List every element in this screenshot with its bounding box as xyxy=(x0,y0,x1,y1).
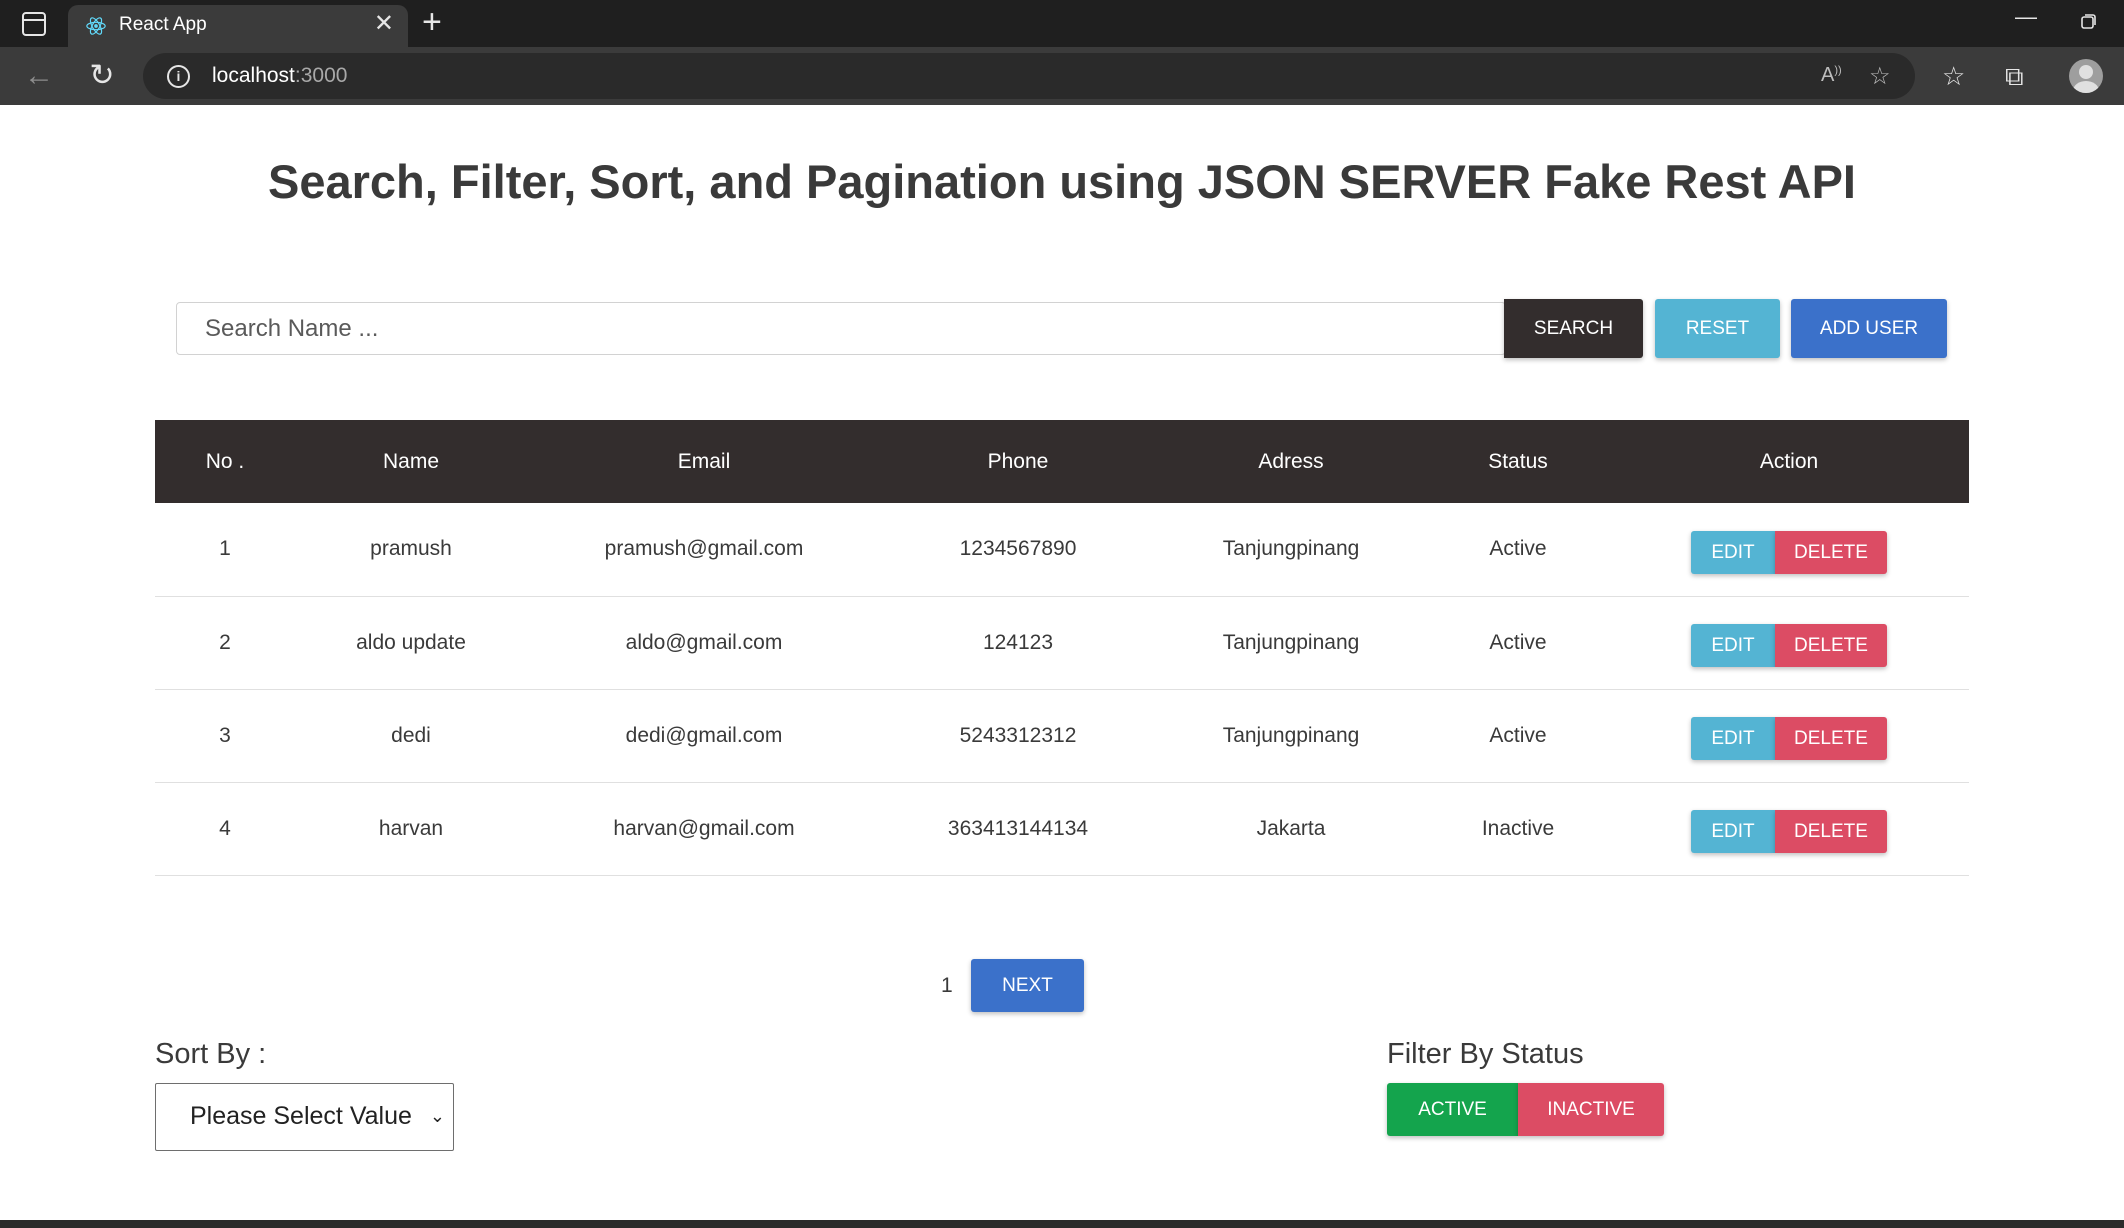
close-tab-icon[interactable]: ✕ xyxy=(374,12,394,36)
cell-no: 2 xyxy=(155,596,295,690)
react-favicon-icon xyxy=(86,17,106,35)
sidebar-icon[interactable] xyxy=(22,12,46,36)
cell-status: Active xyxy=(1427,503,1609,597)
cell-no: 3 xyxy=(155,689,295,783)
url-port: :3000 xyxy=(294,64,348,87)
page-content: Search, Filter, Sort, and Pagination usi… xyxy=(0,105,2124,1218)
read-aloud-icon[interactable]: A)) xyxy=(1821,64,1842,87)
browser-tab[interactable]: React App ✕ xyxy=(68,5,408,47)
sort-label: Sort By : xyxy=(155,1038,267,1070)
browser-address-bar: ← ↻ i localhost:3000 A)) ☆ ☆ ⧉ xyxy=(0,47,2124,105)
chevron-down-icon: ⌄ xyxy=(429,1106,445,1126)
header-no: No . xyxy=(155,420,295,503)
filter-active-button[interactable]: ACTIVE xyxy=(1387,1083,1518,1136)
header-name: Name xyxy=(295,420,527,503)
header-status: Status xyxy=(1427,420,1609,503)
table-header-row: No . Name Email Phone Adress Status Acti… xyxy=(155,420,1969,503)
reload-icon[interactable]: ↻ xyxy=(85,59,119,93)
cell-status: Inactive xyxy=(1427,782,1609,876)
table-row: 4 harvan harvan@gmail.com 363413144134 J… xyxy=(155,782,1969,876)
header-phone: Phone xyxy=(881,420,1155,503)
edit-button[interactable]: EDIT xyxy=(1691,810,1775,853)
cell-phone: 363413144134 xyxy=(881,782,1155,876)
cell-name: pramush xyxy=(295,503,527,597)
tab-title: React App xyxy=(119,14,207,35)
new-tab-icon[interactable]: + xyxy=(422,5,442,39)
search-input[interactable] xyxy=(176,302,1506,355)
table-row: 1 pramush pramush@gmail.com 1234567890 T… xyxy=(155,503,1969,597)
sort-select[interactable]: Please Select Value ⌄ xyxy=(155,1083,454,1151)
filter-inactive-button[interactable]: INACTIVE xyxy=(1518,1083,1664,1136)
cell-action: EDIT DELETE xyxy=(1609,782,1969,876)
add-favorite-icon[interactable]: ☆ xyxy=(1869,62,1891,91)
back-icon[interactable]: ← xyxy=(22,59,56,93)
cell-action: EDIT DELETE xyxy=(1609,503,1969,597)
cell-phone: 5243312312 xyxy=(881,689,1155,783)
collections-icon[interactable]: ⧉ xyxy=(2005,59,2024,93)
delete-button[interactable]: DELETE xyxy=(1775,624,1887,667)
cell-address: Tanjungpinang xyxy=(1155,596,1427,690)
header-address: Adress xyxy=(1155,420,1427,503)
header-email: Email xyxy=(527,420,881,503)
profile-icon[interactable] xyxy=(2069,59,2103,93)
filter-label: Filter By Status xyxy=(1387,1038,1584,1070)
users-table: No . Name Email Phone Adress Status Acti… xyxy=(155,420,1969,876)
cell-email: pramush@gmail.com xyxy=(527,503,881,597)
cell-action: EDIT DELETE xyxy=(1609,596,1969,690)
edit-button[interactable]: EDIT xyxy=(1691,624,1775,667)
page-title: Search, Filter, Sort, and Pagination usi… xyxy=(268,155,1856,208)
sort-selected-value: Please Select Value xyxy=(190,1102,412,1130)
url-host: localhost xyxy=(212,64,295,87)
delete-button[interactable]: DELETE xyxy=(1775,717,1887,760)
cell-phone: 124123 xyxy=(881,596,1155,690)
edit-button[interactable]: EDIT xyxy=(1691,717,1775,760)
header-action: Action xyxy=(1609,420,1969,503)
reset-button[interactable]: RESET xyxy=(1655,299,1780,358)
table-row: 2 aldo update aldo@gmail.com 124123 Tanj… xyxy=(155,596,1969,690)
cell-address: Jakarta xyxy=(1155,782,1427,876)
delete-button[interactable]: DELETE xyxy=(1775,810,1887,853)
url-bar[interactable]: i localhost:3000 A)) ☆ xyxy=(143,53,1915,99)
favorites-icon[interactable]: ☆ xyxy=(1942,59,1965,93)
cell-name: aldo update xyxy=(295,596,527,690)
cell-address: Tanjungpinang xyxy=(1155,503,1427,597)
cell-name: dedi xyxy=(295,689,527,783)
cell-status: Active xyxy=(1427,689,1609,783)
table-row: 3 dedi dedi@gmail.com 5243312312 Tanjung… xyxy=(155,689,1969,783)
site-info-icon[interactable]: i xyxy=(167,65,190,88)
next-page-button[interactable]: NEXT xyxy=(971,959,1084,1012)
search-button[interactable]: SEARCH xyxy=(1504,299,1643,358)
delete-button[interactable]: DELETE xyxy=(1775,530,1887,574)
cell-email: dedi@gmail.com xyxy=(527,689,881,783)
cell-no: 1 xyxy=(155,503,295,597)
cell-email: aldo@gmail.com xyxy=(527,596,881,690)
page-number[interactable]: 1 xyxy=(941,974,953,998)
browser-tab-bar: React App ✕ + — xyxy=(0,0,2124,47)
cell-phone: 1234567890 xyxy=(881,503,1155,597)
cell-no: 4 xyxy=(155,782,295,876)
restore-icon[interactable] xyxy=(2080,10,2098,36)
bottom-strip xyxy=(0,1220,2124,1228)
cell-email: harvan@gmail.com xyxy=(527,782,881,876)
url-text[interactable]: localhost:3000 xyxy=(212,64,347,88)
cell-status: Active xyxy=(1427,596,1609,690)
cell-name: harvan xyxy=(295,782,527,876)
edit-button[interactable]: EDIT xyxy=(1691,530,1775,574)
add-user-button[interactable]: ADD USER xyxy=(1791,299,1947,358)
minimize-icon[interactable]: — xyxy=(2015,4,2037,30)
cell-address: Tanjungpinang xyxy=(1155,689,1427,783)
cell-action: EDIT DELETE xyxy=(1609,689,1969,783)
